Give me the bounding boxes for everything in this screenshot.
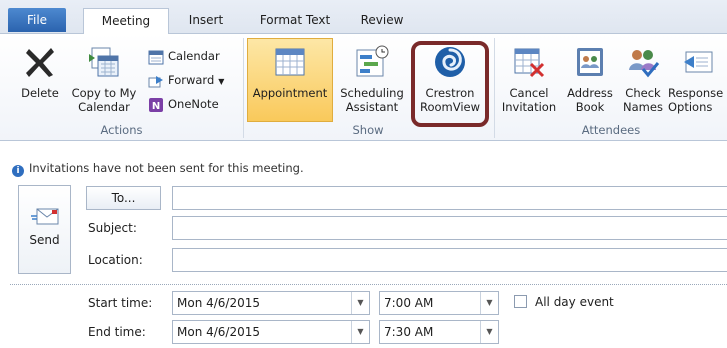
- cancel-label-line2: Invitation: [501, 100, 557, 114]
- address-label-line1: Address: [567, 86, 613, 100]
- start-date-combo[interactable]: Mon 4/6/2015 ▼: [172, 291, 370, 315]
- response-label-line1: Response: [668, 86, 724, 100]
- calendar-label: Calendar: [168, 49, 220, 63]
- check-names-button[interactable]: Check Names: [620, 40, 666, 114]
- end-date-combo[interactable]: Mon 4/6/2015 ▼: [172, 320, 370, 344]
- cancel-label-line1: Cancel: [509, 86, 549, 100]
- end-time-value: 7:30 AM: [384, 325, 434, 339]
- tab-review[interactable]: Review: [347, 8, 417, 34]
- onenote-button[interactable]: N OneNote: [148, 94, 219, 114]
- dropdown-arrow-icon[interactable]: ▼: [480, 292, 498, 314]
- delete-button[interactable]: Delete: [18, 40, 62, 100]
- subject-input[interactable]: [172, 216, 727, 240]
- end-date-value: Mon 4/6/2015: [177, 325, 261, 339]
- send-button[interactable]: Send: [18, 185, 71, 274]
- to-input[interactable]: [172, 186, 727, 210]
- tab-meeting[interactable]: Meeting: [83, 8, 169, 35]
- dropdown-arrow-icon[interactable]: ▼: [351, 321, 369, 343]
- scheduling-label-line2: Assistant: [345, 100, 399, 114]
- group-label-actions: Actions: [100, 123, 143, 137]
- copy-calendar-icon: [89, 47, 119, 77]
- scheduling-assistant-button[interactable]: Scheduling Assistant: [336, 40, 408, 114]
- check-names-icon: [629, 50, 660, 78]
- onenote-label: OneNote: [168, 97, 219, 111]
- info-message: Invitations have not been sent for this …: [29, 161, 304, 175]
- start-time-combo[interactable]: 7:00 AM ▼: [379, 291, 499, 315]
- scheduling-label-line1: Scheduling: [340, 86, 404, 100]
- envelope-send-icon: [30, 208, 58, 225]
- scheduling-assistant-icon: [356, 45, 389, 77]
- tab-format-text[interactable]: Format Text: [243, 8, 347, 34]
- to-button[interactable]: To...: [86, 186, 161, 210]
- form-divider: [10, 284, 727, 285]
- tab-insert[interactable]: Insert: [170, 8, 242, 34]
- response-label-line2: Options: [668, 100, 713, 114]
- forward-label: Forward: [168, 73, 215, 87]
- crestron-highlight-outline: [411, 41, 489, 127]
- start-date-value: Mon 4/6/2015: [177, 296, 261, 310]
- all-day-event-checkbox[interactable]: [514, 295, 527, 308]
- onenote-icon: N: [149, 97, 163, 112]
- svg-text:N: N: [152, 101, 160, 112]
- start-time-label: Start time:: [88, 296, 153, 310]
- delete-x-icon: [26, 48, 54, 77]
- end-time-combo[interactable]: 7:30 AM ▼: [379, 320, 499, 344]
- calendar-button[interactable]: Calendar: [148, 46, 220, 66]
- check-label-line2: Names: [623, 100, 663, 114]
- location-label: Location:: [88, 253, 143, 267]
- delete-label: Delete: [21, 86, 59, 100]
- location-input[interactable]: [172, 248, 727, 272]
- cancel-invitation-button[interactable]: Cancel Invitation: [498, 40, 560, 114]
- cancel-invitation-icon: [514, 48, 545, 78]
- check-label-line1: Check: [625, 86, 661, 100]
- start-time-value: 7:00 AM: [384, 296, 434, 310]
- appointment-label: Appointment: [252, 86, 328, 100]
- forward-button[interactable]: Forward ▼: [148, 70, 224, 90]
- send-label: Send: [29, 233, 60, 247]
- address-book-button[interactable]: Address Book: [561, 40, 619, 114]
- dropdown-arrow-icon[interactable]: ▼: [480, 321, 498, 343]
- copy-to-my-calendar-button[interactable]: Copy to My Calendar: [66, 40, 142, 114]
- info-icon: i: [12, 165, 24, 177]
- group-label-attendees: Attendees: [581, 123, 641, 137]
- address-label-line2: Book: [575, 100, 605, 114]
- response-options-button[interactable]: Response Options: [668, 40, 727, 114]
- dropdown-arrow-icon[interactable]: ▼: [351, 292, 369, 314]
- all-day-event-label: All day event: [535, 295, 614, 309]
- response-options-icon: [684, 51, 713, 73]
- copy-label-line1: Copy to My: [71, 86, 137, 100]
- chevron-down-icon: ▼: [218, 77, 225, 86]
- info-bar: i Invitations have not been sent for this…: [12, 158, 304, 178]
- end-time-label: End time:: [88, 325, 146, 339]
- tab-file[interactable]: File: [8, 8, 66, 32]
- calendar-icon: [148, 50, 164, 64]
- subject-label: Subject:: [88, 221, 137, 235]
- address-book-icon: [577, 48, 603, 76]
- group-label-show: Show: [352, 123, 384, 137]
- forward-icon: [148, 75, 163, 87]
- copy-label-line2: Calendar: [78, 100, 130, 114]
- ribbon-tabs: File Meeting Insert Format Text Review: [0, 0, 727, 35]
- appointment-button[interactable]: Appointment: [247, 40, 333, 100]
- ribbon: Delete Copy to My Calendar Calendar Forw…: [0, 34, 727, 141]
- appointment-calendar-icon: [275, 48, 305, 76]
